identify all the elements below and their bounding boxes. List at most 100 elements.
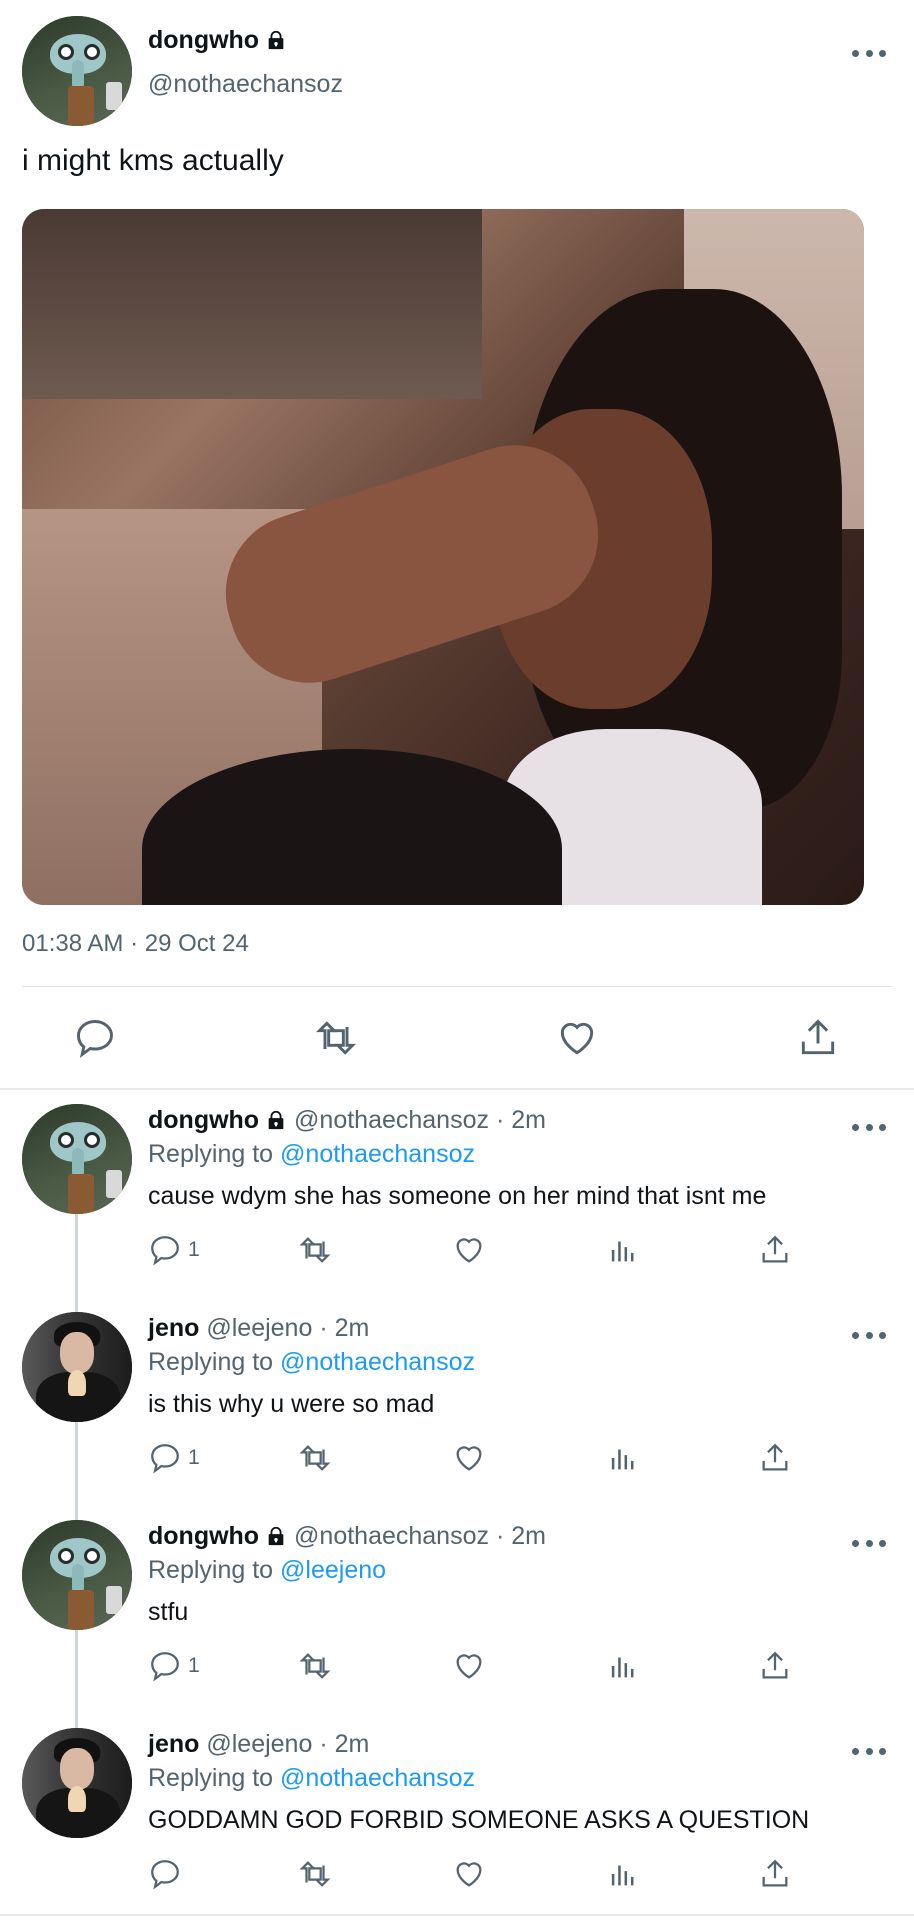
- reply-button[interactable]: 1: [148, 1648, 200, 1684]
- retweet-icon: [299, 1653, 331, 1679]
- post-time: · 2m: [495, 1106, 546, 1134]
- share-button[interactable]: [758, 1648, 792, 1684]
- post-time: · 2m: [495, 1522, 546, 1550]
- more-options-icon[interactable]: [852, 1122, 886, 1132]
- share-icon[interactable]: [796, 1016, 840, 1060]
- display-name[interactable]: dongwho: [148, 1522, 259, 1550]
- retweet-icon: [299, 1861, 331, 1887]
- reply-count: 1: [188, 1238, 200, 1261]
- handle[interactable]: @nothaechansoz: [294, 1522, 489, 1550]
- like-button[interactable]: [452, 1232, 486, 1268]
- mention-link[interactable]: @nothaechansoz: [280, 1140, 475, 1168]
- mention-link[interactable]: @nothaechansoz: [280, 1348, 475, 1376]
- reply-tweet[interactable]: dongwho @nothaechansoz · 2m Replying to …: [0, 1506, 914, 1714]
- analytics-icon: [611, 1865, 634, 1886]
- avatar[interactable]: [22, 1728, 132, 1838]
- reply-actions: 1: [148, 1440, 808, 1480]
- retweet-button[interactable]: [298, 1232, 332, 1268]
- replying-to-line: Replying to @nothaechansoz: [148, 1140, 475, 1169]
- handle[interactable]: @nothaechansoz: [148, 70, 343, 99]
- divider: [0, 1914, 914, 1916]
- avatar[interactable]: [22, 1104, 132, 1214]
- share-button[interactable]: [758, 1440, 792, 1476]
- share-button[interactable]: [758, 1232, 792, 1268]
- reply-actions: 1: [148, 1232, 808, 1272]
- share-icon: [762, 1443, 788, 1471]
- reply-tweet[interactable]: jeno @leejeno · 2m Replying to @nothaech…: [0, 1298, 914, 1506]
- share-icon: [762, 1651, 788, 1679]
- reply-count: 1: [188, 1654, 200, 1677]
- author-name-row[interactable]: dongwho: [148, 26, 287, 55]
- mention-link[interactable]: @leejeno: [280, 1556, 386, 1584]
- reply-header: dongwho @nothaechansoz · 2m: [148, 1522, 546, 1551]
- like-icon: [456, 1238, 482, 1263]
- reply-button[interactable]: 1: [148, 1440, 200, 1476]
- more-options-icon[interactable]: [852, 1538, 886, 1548]
- reply-count: 1: [188, 1446, 200, 1469]
- reply-header: jeno @leejeno · 2m: [148, 1730, 369, 1759]
- avatar[interactable]: [22, 16, 132, 126]
- replying-to-line: Replying to @nothaechansoz: [148, 1348, 475, 1377]
- avatar[interactable]: [22, 1520, 132, 1630]
- handle[interactable]: @leejeno: [206, 1314, 312, 1342]
- analytics-icon: [611, 1449, 634, 1470]
- display-name[interactable]: jeno: [148, 1314, 199, 1342]
- display-name[interactable]: dongwho: [148, 26, 259, 54]
- handle[interactable]: @nothaechansoz: [294, 1106, 489, 1134]
- replying-to-label: Replying to: [148, 1140, 274, 1168]
- retweet-button[interactable]: [298, 1440, 332, 1476]
- analytics-button[interactable]: [606, 1232, 640, 1268]
- share-icon: [762, 1859, 788, 1887]
- reply-text: GODDAMN GOD FORBID SOMEONE ASKS A QUESTI…: [148, 1806, 810, 1834]
- reply-icon: [151, 1444, 179, 1474]
- more-options-icon[interactable]: [852, 1746, 886, 1756]
- reply-text: stfu: [148, 1598, 189, 1626]
- reply-button[interactable]: [148, 1856, 188, 1892]
- display-name[interactable]: jeno: [148, 1730, 199, 1758]
- like-icon: [456, 1446, 482, 1471]
- like-icon: [456, 1654, 482, 1679]
- retweet-button[interactable]: [298, 1856, 332, 1892]
- replying-to-line: Replying to @leejeno: [148, 1556, 386, 1585]
- analytics-button[interactable]: [606, 1440, 640, 1476]
- retweet-button[interactable]: [298, 1648, 332, 1684]
- more-options-icon[interactable]: [852, 1330, 886, 1340]
- retweet-icon[interactable]: [314, 1016, 358, 1060]
- share-button[interactable]: [758, 1856, 792, 1892]
- replying-to-line: Replying to @nothaechansoz: [148, 1764, 475, 1793]
- divider: [22, 986, 892, 987]
- reply-icon: [151, 1652, 179, 1682]
- reply-header: jeno @leejeno · 2m: [148, 1314, 369, 1343]
- reply-actions: 1: [148, 1648, 808, 1688]
- analytics-button[interactable]: [606, 1856, 640, 1892]
- post-time: · 2m: [319, 1730, 370, 1758]
- lock-icon: [268, 1526, 284, 1546]
- retweet-icon: [299, 1237, 331, 1263]
- reply-tweet[interactable]: dongwho @nothaechansoz · 2m Replying to …: [0, 1090, 914, 1298]
- analytics-button[interactable]: [606, 1648, 640, 1684]
- handle[interactable]: @leejeno: [206, 1730, 312, 1758]
- replying-to-label: Replying to: [148, 1764, 274, 1792]
- tweet-media-image[interactable]: [22, 209, 864, 905]
- analytics-icon: [611, 1657, 634, 1678]
- retweet-icon: [299, 1445, 331, 1471]
- reply-icon: [151, 1236, 179, 1266]
- like-icon[interactable]: [555, 1016, 599, 1060]
- reply-text: is this why u were so mad: [148, 1390, 435, 1418]
- avatar[interactable]: [22, 1312, 132, 1422]
- reply-icon[interactable]: [73, 1016, 117, 1060]
- like-button[interactable]: [452, 1648, 486, 1684]
- more-options-icon[interactable]: [852, 48, 886, 58]
- mention-link[interactable]: @nothaechansoz: [280, 1764, 475, 1792]
- lock-icon: [268, 30, 284, 50]
- display-name[interactable]: dongwho: [148, 1106, 259, 1134]
- reply-icon: [151, 1860, 179, 1890]
- reply-button[interactable]: 1: [148, 1232, 200, 1268]
- like-button[interactable]: [452, 1440, 486, 1476]
- reply-tweet[interactable]: jeno @leejeno · 2m Replying to @nothaech…: [0, 1714, 914, 1920]
- replying-to-label: Replying to: [148, 1348, 274, 1376]
- tweet-text: i might kms actually: [22, 144, 284, 177]
- tweet-timestamp[interactable]: 01:38 AM · 29 Oct 24: [22, 930, 249, 958]
- reply-actions: [148, 1856, 808, 1896]
- like-button[interactable]: [452, 1856, 486, 1892]
